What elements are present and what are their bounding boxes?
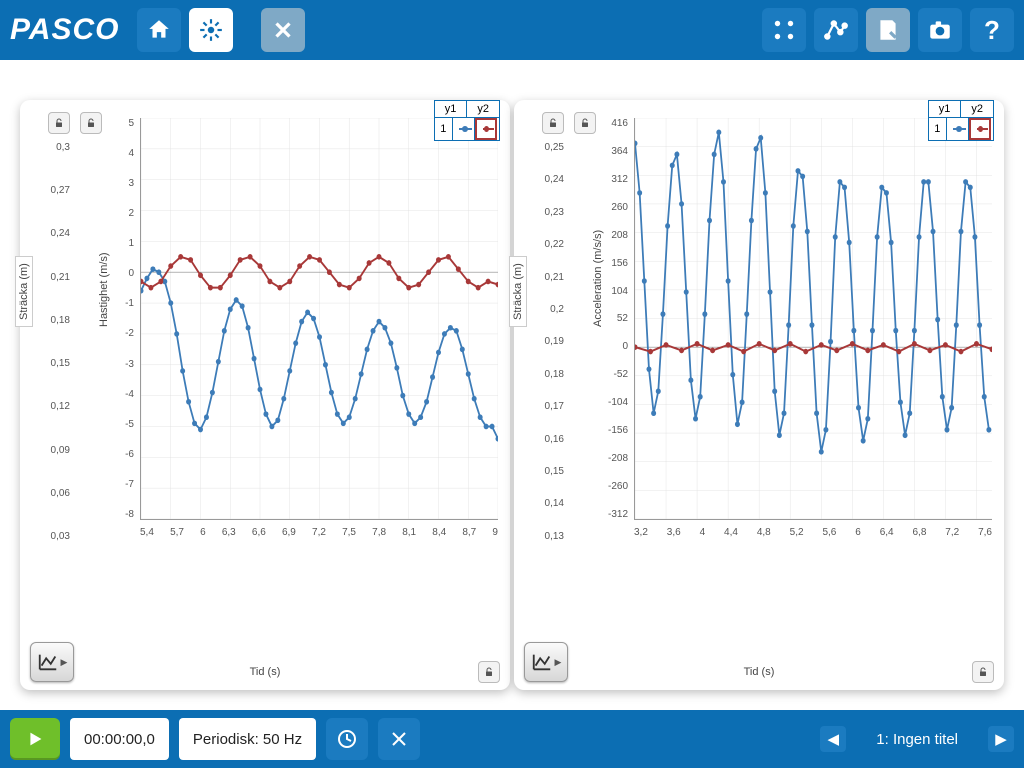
lock-icon[interactable] bbox=[542, 112, 564, 134]
chart-panel-2: y1y2 1 Sträcka (m) 0,250,240,230,220,210… bbox=[514, 100, 1004, 690]
chart-panel-1: y1y2 1 Sträcka (m) 0,30,270,240,210,180,… bbox=[20, 100, 510, 690]
new-experiment-button[interactable] bbox=[189, 8, 233, 52]
camera-button[interactable] bbox=[918, 8, 962, 52]
plot-2[interactable]: Acceleration (m/s/s) 4163643122602081561… bbox=[570, 112, 996, 542]
page-title[interactable]: 1: Ingen titel bbox=[876, 731, 958, 748]
record-button[interactable] bbox=[10, 718, 60, 760]
left-aux-axis-1[interactable]: Sträcka (m) 0,30,270,240,210,180,150,120… bbox=[28, 112, 76, 542]
legend-col-y1: y1 bbox=[929, 101, 962, 117]
elapsed-time-field: 00:00:00,0 bbox=[70, 718, 169, 760]
lock-icon[interactable] bbox=[48, 112, 70, 134]
next-page-button[interactable]: ▶ bbox=[988, 726, 1014, 752]
journal-button[interactable] bbox=[866, 8, 910, 52]
legend-swatch-blue bbox=[453, 118, 475, 140]
x-axis-label-2: Tid (s) bbox=[744, 666, 775, 678]
lock-icon[interactable] bbox=[80, 112, 102, 134]
left-aux-axis-2[interactable]: Sträcka (m) 0,250,240,230,220,210,20,190… bbox=[522, 112, 570, 542]
aux-y-label-2: Sträcka (m) bbox=[509, 256, 527, 327]
tools-button[interactable] bbox=[378, 718, 420, 760]
legend-run-1: 1 bbox=[929, 118, 947, 140]
graph-tools-button[interactable]: ▶ bbox=[30, 642, 74, 682]
draw-tool-button[interactable] bbox=[814, 8, 858, 52]
legend-col-y1: y1 bbox=[435, 101, 468, 117]
legend-2[interactable]: y1y2 1 bbox=[928, 100, 994, 141]
legend-run-1: 1 bbox=[435, 118, 453, 140]
share-button[interactable] bbox=[762, 8, 806, 52]
home-button[interactable] bbox=[137, 8, 181, 52]
legend-1[interactable]: y1y2 1 bbox=[434, 100, 500, 141]
plot-1[interactable]: Hastighet (m/s) 543210-1-2-3-4-5-6-7-8 5… bbox=[76, 112, 502, 542]
x-axis-label-1: Tid (s) bbox=[250, 666, 281, 678]
sampling-mode-field[interactable]: Periodisk: 50 Hz bbox=[179, 718, 316, 760]
legend-col-y2: y2 bbox=[467, 101, 499, 117]
help-button[interactable]: ? bbox=[970, 8, 1014, 52]
legend-swatch-red bbox=[969, 118, 991, 140]
legend-swatch-red bbox=[475, 118, 497, 140]
brand-logo: PASCO bbox=[10, 13, 119, 47]
lock-icon[interactable] bbox=[478, 661, 500, 683]
aux-y-label-1: Sträcka (m) bbox=[15, 256, 33, 327]
page-pager: ◀ 1: Ingen titel ▶ bbox=[820, 726, 1014, 752]
graph-tools-button[interactable]: ▶ bbox=[524, 642, 568, 682]
lock-icon[interactable] bbox=[972, 661, 994, 683]
sampling-options-button[interactable] bbox=[326, 718, 368, 760]
top-toolbar: PASCO ? bbox=[0, 0, 1024, 60]
legend-swatch-blue bbox=[947, 118, 969, 140]
prev-page-button[interactable]: ◀ bbox=[820, 726, 846, 752]
main-area: y1y2 1 Sträcka (m) 0,30,270,240,210,180,… bbox=[0, 60, 1024, 700]
legend-col-y2: y2 bbox=[961, 101, 993, 117]
close-page-button[interactable] bbox=[261, 8, 305, 52]
bottom-toolbar: 00:00:00,0 Periodisk: 50 Hz ◀ 1: Ingen t… bbox=[0, 710, 1024, 768]
lock-icon[interactable] bbox=[574, 112, 596, 134]
